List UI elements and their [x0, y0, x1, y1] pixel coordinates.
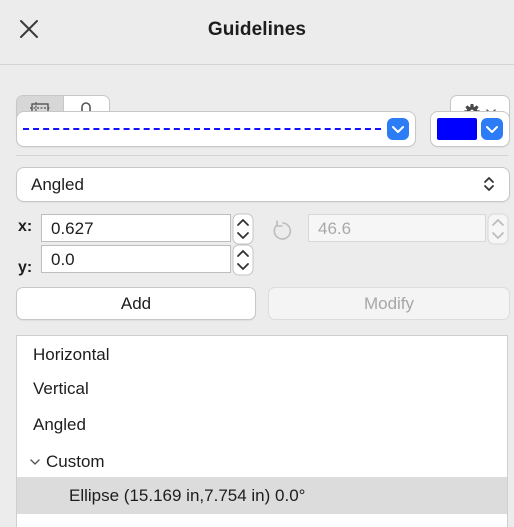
- list-item-selected[interactable]: Ellipse (15.169 in,7.754 in) 0.0°: [17, 477, 507, 514]
- list-item-label: Custom: [46, 452, 105, 471]
- guide-type-select[interactable]: Angled: [16, 167, 510, 202]
- list-item-group[interactable]: Custom: [17, 443, 507, 480]
- title-bar: Guidelines: [0, 0, 514, 65]
- y-label: y:: [18, 259, 33, 276]
- list-item-label: Ellipse (15.169 in,7.754 in) 0.0°: [69, 486, 306, 505]
- add-button[interactable]: Add: [16, 287, 256, 320]
- color-swatch: [437, 118, 477, 140]
- x-label: x:: [18, 218, 33, 235]
- list-item-label: Angled: [33, 415, 86, 434]
- color-dropdown-arrow[interactable]: [481, 118, 503, 140]
- list-item-label: Vertical: [33, 379, 89, 398]
- guide-color-picker[interactable]: [430, 111, 510, 147]
- rotate-icon: [273, 220, 292, 240]
- divider: [16, 155, 508, 156]
- list-item[interactable]: Vertical: [17, 370, 507, 407]
- y-field[interactable]: 0.0: [41, 245, 231, 273]
- guides-list: Horizontal Vertical Angled Custom Ellips…: [16, 335, 508, 527]
- x-field[interactable]: 0.627: [41, 214, 231, 242]
- list-item[interactable]: Horizontal: [17, 336, 507, 373]
- angle-stepper[interactable]: [487, 213, 509, 245]
- list-item[interactable]: Angled: [17, 406, 507, 443]
- updown-chevron-icon: [484, 177, 494, 191]
- line-style-dropdown-arrow[interactable]: [387, 118, 409, 140]
- angle-field[interactable]: 46.6: [308, 214, 486, 242]
- chevron-down-icon[interactable]: [29, 457, 41, 467]
- y-stepper[interactable]: [232, 244, 254, 276]
- chevron-down-icon: [392, 126, 404, 133]
- chevron-down-icon: [486, 126, 498, 133]
- guide-type-value: Angled: [31, 175, 84, 194]
- list-item-label: Horizontal: [33, 345, 110, 364]
- line-style-dropdown[interactable]: [16, 111, 416, 147]
- dashed-line-preview: [23, 128, 381, 130]
- x-stepper[interactable]: [232, 213, 254, 245]
- modify-button[interactable]: Modify: [268, 287, 510, 320]
- window-title: Guidelines: [207, 19, 307, 40]
